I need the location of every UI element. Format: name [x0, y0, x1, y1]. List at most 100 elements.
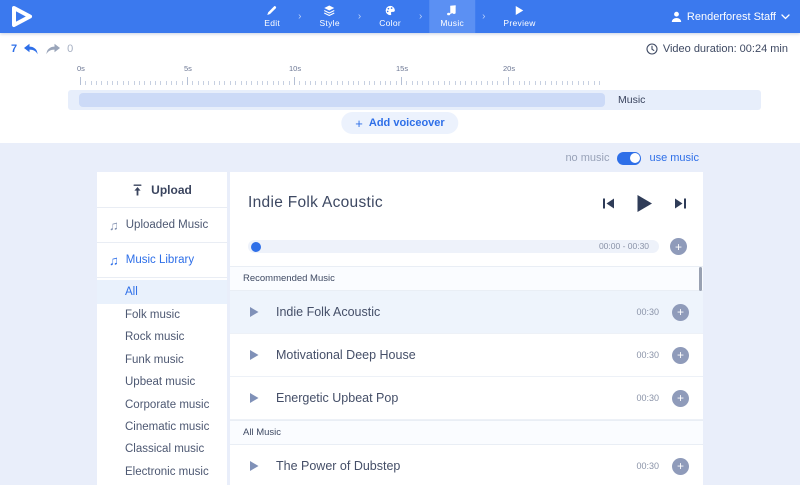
music-library-panel: Indie Folk Acoustic 00:00 - 00:30 +: [230, 172, 703, 485]
tab-edit-label: Edit: [264, 18, 280, 28]
progress-bar[interactable]: 00:00 - 00:30: [248, 240, 659, 253]
add-track-button[interactable]: +: [672, 304, 689, 321]
add-current-track-button[interactable]: +: [670, 238, 687, 255]
plus-icon: +: [675, 241, 682, 253]
tab-preview[interactable]: Preview: [492, 0, 546, 33]
undo-redo-group: 7 0: [11, 43, 73, 56]
category-folk[interactable]: Folk music: [97, 304, 227, 326]
plus-icon: +: [677, 392, 684, 404]
upload-label: Upload: [151, 183, 192, 197]
tab-color[interactable]: Color: [368, 0, 412, 33]
pencil-icon: [267, 5, 278, 16]
track-list: Recommended Music Indie Folk Acoustic 00…: [230, 266, 703, 485]
category-classical[interactable]: Classical music: [97, 438, 227, 460]
sidebar-item-uploaded-music[interactable]: ♫ Uploaded Music: [97, 208, 227, 243]
add-voiceover-button[interactable]: + Add voiceover: [341, 112, 458, 134]
play-button[interactable]: [636, 194, 653, 213]
video-duration-label: Video duration: 00:24 min: [663, 43, 788, 55]
current-track-title: Indie Folk Acoustic: [248, 194, 383, 212]
add-track-button[interactable]: +: [672, 390, 689, 407]
redo-count: 0: [67, 43, 73, 55]
tab-edit[interactable]: Edit: [253, 0, 291, 33]
category-all[interactable]: All: [97, 280, 227, 304]
upload-button[interactable]: Upload: [97, 172, 227, 208]
play-icon: [249, 460, 259, 472]
next-track-button[interactable]: [674, 197, 687, 210]
category-rock[interactable]: Rock music: [97, 326, 227, 348]
play-icon: [249, 306, 259, 318]
sidebar-item-music-library[interactable]: ♫ Music Library: [97, 243, 227, 278]
music-note-icon: [447, 5, 458, 16]
chevron-right-icon: ›: [475, 0, 492, 33]
tab-style-label: Style: [319, 18, 339, 28]
track-row-the-power-of-dubstep[interactable]: The Power of Dubstep 00:30 +: [230, 445, 703, 485]
tab-music[interactable]: Music: [429, 0, 475, 33]
previous-track-button[interactable]: [602, 197, 615, 210]
category-cinematic[interactable]: Cinematic music: [97, 416, 227, 438]
section-header-all-music: All Music: [230, 420, 703, 445]
player-progress-row: 00:00 - 00:30 +: [248, 238, 687, 255]
sidebar-item-label: Music Library: [126, 254, 194, 266]
chevron-right-icon: ›: [412, 0, 429, 33]
track-play-button[interactable]: [249, 349, 259, 361]
track-play-button[interactable]: [249, 306, 259, 318]
play-icon: [515, 5, 525, 16]
music-toggle-row: no music use music: [565, 149, 699, 167]
track-row-energetic-upbeat-pop[interactable]: Energetic Upbeat Pop 00:30 +: [230, 377, 703, 420]
time-range: 00:00 - 00:30: [599, 240, 649, 253]
plus-icon: +: [355, 116, 363, 131]
video-duration: Video duration: 00:24 min: [646, 36, 788, 62]
track-title: The Power of Dubstep: [276, 459, 400, 473]
ruler-tick-label: 20s: [503, 64, 515, 73]
category-corporate[interactable]: Corporate music: [97, 394, 227, 416]
category-electronic[interactable]: Electronic music: [97, 461, 227, 483]
tab-style[interactable]: Style: [308, 0, 350, 33]
upload-icon: [132, 184, 143, 196]
chevron-down-icon: [781, 14, 790, 20]
section-header-recommended: Recommended Music: [230, 266, 703, 291]
music-track-label: Music: [618, 90, 645, 110]
account-menu[interactable]: Renderforest Staff: [671, 0, 790, 33]
music-notes-icon: ♫: [109, 219, 119, 232]
layers-icon: [324, 5, 336, 16]
add-track-button[interactable]: +: [672, 458, 689, 475]
category-upbeat[interactable]: Upbeat music: [97, 371, 227, 393]
play-icon: [249, 392, 259, 404]
plus-icon: +: [677, 460, 684, 472]
track-duration: 00:30: [636, 350, 659, 360]
next-track-icon: [674, 197, 687, 210]
music-toggle-switch[interactable]: [617, 152, 641, 165]
track-duration: 00:30: [636, 307, 659, 317]
tab-color-label: Color: [379, 18, 401, 28]
previous-track-icon: [602, 197, 615, 210]
app-header: Edit › Style › Color › Music › Preview: [0, 0, 800, 33]
play-icon: [636, 194, 653, 213]
list-scrollbar-thumb[interactable]: [699, 267, 702, 291]
music-sidebar: Upload ♫ Uploaded Music ♫ Music Library …: [97, 172, 227, 485]
clock-icon: [646, 43, 658, 55]
plus-icon: +: [677, 306, 684, 318]
renderforest-logo-icon[interactable]: [9, 4, 37, 29]
music-track-row: Music: [68, 90, 761, 110]
category-funk[interactable]: Funk music: [97, 349, 227, 371]
add-track-button[interactable]: +: [672, 347, 689, 364]
chevron-right-icon: ›: [291, 0, 308, 33]
ruler-tick-label: 0s: [77, 64, 85, 73]
track-title: Indie Folk Acoustic: [276, 305, 380, 319]
track-row-indie-folk-acoustic[interactable]: Indie Folk Acoustic 00:30 +: [230, 291, 703, 334]
ruler-tick-label: 10s: [289, 64, 301, 73]
music-track-clip[interactable]: [79, 93, 605, 107]
track-row-motivational-deep-house[interactable]: Motivational Deep House 00:30 +: [230, 334, 703, 377]
tab-preview-label: Preview: [503, 18, 535, 28]
add-voiceover-label: Add voiceover: [369, 117, 445, 129]
palette-icon: [384, 5, 396, 16]
player-header: Indie Folk Acoustic: [248, 190, 687, 216]
playhead-handle[interactable]: [251, 242, 261, 252]
undo-icon[interactable]: [23, 43, 39, 56]
track-play-button[interactable]: [249, 392, 259, 404]
track-play-button[interactable]: [249, 460, 259, 472]
redo-icon[interactable]: [45, 43, 61, 56]
track-duration: 00:30: [636, 461, 659, 471]
user-icon: [671, 11, 682, 22]
edit-toolbar: 7 0 Video duration: 00:24 min: [0, 36, 800, 62]
